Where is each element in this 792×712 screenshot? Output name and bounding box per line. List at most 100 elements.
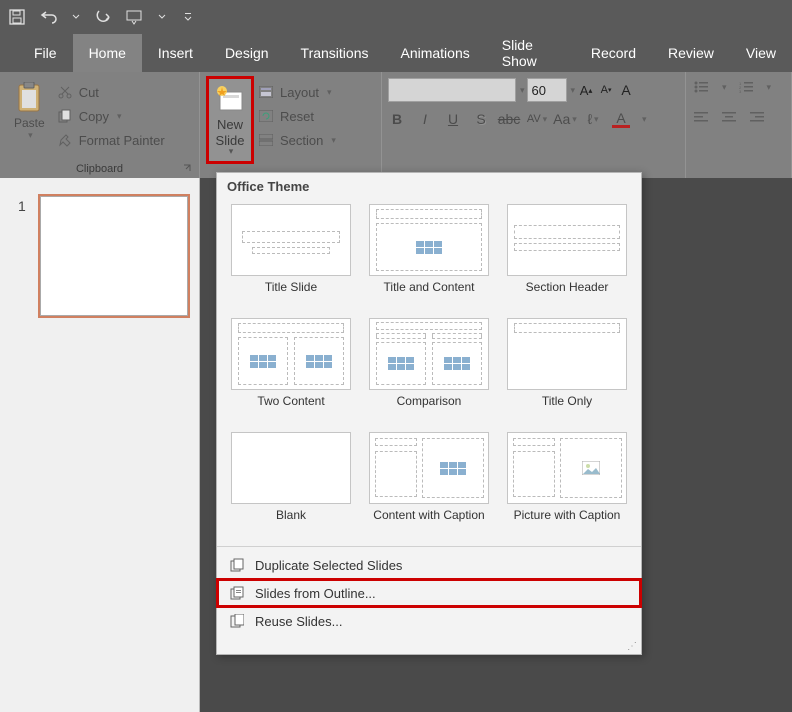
section-button[interactable]: Section▾: [258, 132, 336, 148]
clipboard-icon: [15, 82, 43, 114]
save-icon[interactable]: [8, 8, 26, 26]
layout-preview: [369, 318, 489, 390]
layout-title-slide[interactable]: Title Slide: [227, 204, 355, 310]
group-slides: New Slide ▾ Layout▾ Reset Section▾: [200, 72, 382, 178]
font-size-value: 60: [532, 83, 546, 98]
undo-icon[interactable]: [40, 8, 58, 26]
tab-home[interactable]: Home: [73, 34, 142, 72]
scissors-icon: [57, 84, 73, 100]
layout-blank[interactable]: Blank: [227, 432, 355, 538]
increase-font-size-button[interactable]: A▴: [577, 81, 595, 99]
italic-button[interactable]: I: [416, 110, 434, 128]
ribbon: Paste ▾ Cut Copy▾ Format Painter Clipb: [0, 72, 792, 178]
bullets-button[interactable]: [692, 78, 710, 96]
tab-slide-show[interactable]: Slide Show: [486, 34, 575, 72]
clear-formatting-button[interactable]: A: [617, 81, 635, 99]
chevron-down-icon[interactable]: ▾: [520, 85, 525, 96]
present-from-beginning-icon[interactable]: [126, 8, 144, 26]
format-painter-button[interactable]: Format Painter: [57, 132, 165, 148]
tab-animations[interactable]: Animations: [384, 34, 485, 72]
layout-preview: [231, 318, 351, 390]
duplicate-label: Duplicate Selected Slides: [255, 558, 402, 573]
layout-comparison[interactable]: Comparison: [365, 318, 493, 424]
font-color-button[interactable]: A: [612, 110, 630, 128]
tab-design[interactable]: Design: [209, 34, 285, 72]
new-slide-label: New Slide: [216, 117, 245, 148]
paste-button[interactable]: Paste ▾: [6, 76, 53, 147]
layout-label: Title Slide: [265, 280, 317, 310]
font-size-select[interactable]: 60: [527, 78, 567, 102]
group-font: ▾ 60 ▾ A▴ A▾ A B I U S abc AV▾ Aa▾ ℓ▾ A▾: [382, 72, 686, 178]
layout-content-with-caption[interactable]: Content with Caption: [365, 432, 493, 538]
chevron-down-icon: ▾: [28, 130, 33, 141]
cut-button[interactable]: Cut: [57, 84, 165, 100]
layout-title-only[interactable]: Title Only: [503, 318, 631, 424]
chevron-down-icon: ▾: [327, 87, 332, 98]
gallery-theme-header: Office Theme: [217, 173, 641, 200]
tab-record[interactable]: Record: [575, 34, 652, 72]
layout-preview: [369, 204, 489, 276]
tab-transitions[interactable]: Transitions: [285, 34, 385, 72]
slides-from-outline-action[interactable]: Slides from Outline...: [217, 579, 641, 607]
tab-view[interactable]: View: [730, 34, 792, 72]
redo-icon[interactable]: [94, 8, 112, 26]
reset-button[interactable]: Reset: [258, 108, 336, 124]
layout-label: Blank: [276, 508, 306, 538]
chevron-down-icon[interactable]: ▾: [767, 82, 772, 93]
present-dropdown-icon[interactable]: [158, 8, 166, 26]
strikethrough-button[interactable]: abc: [500, 110, 518, 128]
reuse-icon: [229, 613, 245, 629]
layout-section-header[interactable]: Section Header: [503, 204, 631, 310]
layout-label: Content with Caption: [373, 508, 484, 538]
bold-button[interactable]: B: [388, 110, 406, 128]
format-painter-label: Format Painter: [79, 133, 165, 148]
reset-label: Reset: [280, 109, 314, 124]
tab-review[interactable]: Review: [652, 34, 730, 72]
align-right-button[interactable]: [748, 108, 766, 126]
font-name-select[interactable]: [388, 78, 516, 102]
reuse-label: Reuse Slides...: [255, 614, 342, 629]
change-case-button[interactable]: Aa▾: [556, 110, 574, 128]
chevron-down-icon[interactable]: ▾: [722, 82, 727, 93]
layout-preview: [231, 432, 351, 504]
group-paragraph: ▾ 123 ▾: [686, 72, 792, 178]
resize-grip-icon[interactable]: ⋰: [217, 639, 641, 654]
paintbrush-icon: [57, 132, 73, 148]
highlight-button[interactable]: ℓ▾: [584, 110, 602, 128]
tab-file[interactable]: File: [18, 34, 73, 72]
new-slide-gallery: Office Theme Title Slide Title and Conte…: [216, 172, 642, 655]
slide-thumbnail-panel: 1: [0, 178, 200, 712]
layout-label: Two Content: [257, 394, 324, 424]
clipboard-dialog-launcher-icon[interactable]: [183, 164, 195, 176]
layout-preview: [231, 204, 351, 276]
shadow-button[interactable]: S: [472, 110, 490, 128]
slides-from-outline-label: Slides from Outline...: [255, 586, 376, 601]
undo-dropdown-icon[interactable]: [72, 8, 80, 26]
underline-button[interactable]: U: [444, 110, 462, 128]
slide-number: 1: [18, 198, 26, 214]
layout-two-content[interactable]: Two Content: [227, 318, 355, 424]
decrease-font-size-button[interactable]: A▾: [597, 81, 615, 99]
layout-label: Title Only: [542, 394, 592, 424]
reuse-slides-action[interactable]: Reuse Slides...: [217, 607, 641, 635]
numbering-button[interactable]: 123: [737, 78, 755, 96]
chevron-down-icon[interactable]: ▾: [571, 85, 576, 96]
layout-title-and-content[interactable]: Title and Content: [365, 204, 493, 310]
tab-insert[interactable]: Insert: [142, 34, 209, 72]
layout-picture-with-caption[interactable]: Picture with Caption: [503, 432, 631, 538]
new-slide-button[interactable]: New Slide ▾: [206, 76, 254, 164]
cut-label: Cut: [79, 85, 99, 100]
align-center-button[interactable]: [720, 108, 738, 126]
chevron-down-icon[interactable]: ▾: [642, 114, 647, 125]
slide-thumbnail-1[interactable]: [40, 196, 188, 316]
align-left-button[interactable]: [692, 108, 710, 126]
qat-customize-icon[interactable]: [184, 8, 192, 26]
outline-icon: [229, 585, 245, 601]
layout-preview: [369, 432, 489, 504]
duplicate-slides-action[interactable]: Duplicate Selected Slides: [217, 551, 641, 579]
layout-label: Section Header: [526, 280, 609, 310]
clipboard-group-label: Clipboard: [76, 163, 123, 175]
layout-button[interactable]: Layout▾: [258, 84, 336, 100]
copy-button[interactable]: Copy▾: [57, 108, 165, 124]
char-spacing-button[interactable]: AV▾: [528, 110, 546, 128]
